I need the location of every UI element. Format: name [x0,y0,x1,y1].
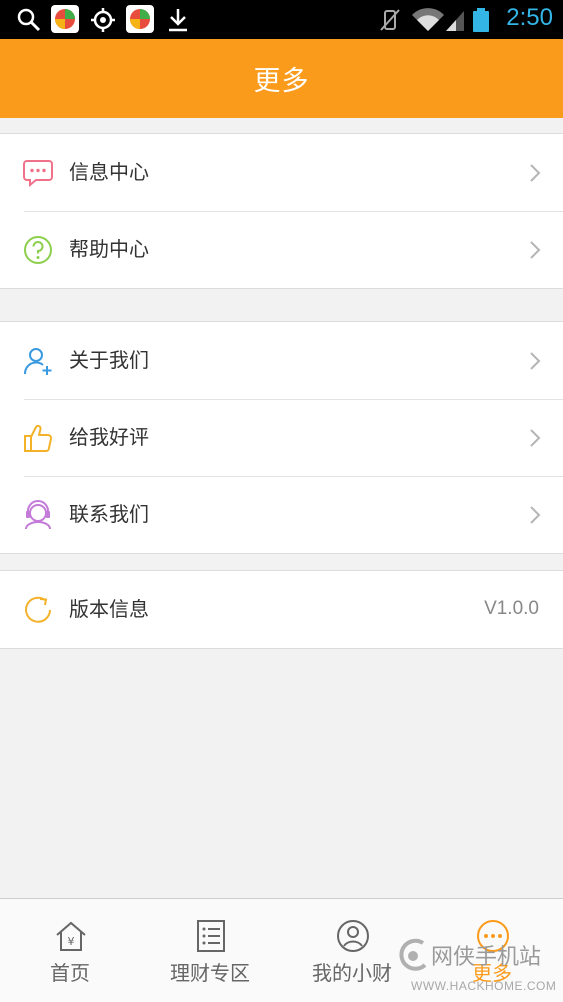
add-user-icon [23,348,52,375]
thumbs-up-icon [24,424,52,452]
watermark-text: 网侠手机站 [431,945,542,970]
download-icon [169,9,187,32]
headset-icon [25,500,51,530]
app-header: 更多 [0,39,563,118]
menu-item-label: 给我好评 [69,425,149,449]
menu-item-rate-us[interactable]: 给我好评 [0,399,563,476]
refresh-icon [25,596,51,623]
svg-text:¥: ¥ [68,935,75,948]
app-store-icon [51,5,79,33]
wifi-icon [412,8,444,31]
menu-item-message-center[interactable]: 信息中心 [0,134,563,211]
tab-home[interactable]: ¥ 首页 [0,899,140,1002]
home-icon: ¥ [56,921,86,951]
help-icon [24,236,52,264]
vibrate-off-icon [380,9,400,31]
chevron-right-icon [530,352,541,370]
menu-item-label: 信息中心 [69,160,149,184]
watermark-url: WWW.HACKHOME.COM [411,979,557,993]
menu-group-about: 关于我们 给我好评 联系我们 [0,321,563,554]
search-icon [17,8,41,32]
menu-group-info: 信息中心 帮助中心 [0,133,563,289]
tab-finance[interactable]: 理财专区 [140,899,280,1002]
message-icon [23,160,53,188]
battery-icon [473,8,489,32]
page-title: 更多 [253,66,310,97]
app-store-icon [126,5,154,33]
chevron-right-icon [530,164,541,182]
tab-label: 理财专区 [170,961,250,985]
signal-icon [446,11,464,31]
status-time: 2:50 [506,4,553,31]
gps-icon [91,8,115,32]
menu-item-label: 关于我们 [69,348,149,372]
menu-item-label: 联系我们 [69,502,149,526]
menu-item-label: 版本信息 [69,597,149,621]
watermark-logo-icon [399,938,427,971]
menu-group-version: 版本信息 V1.0.0 [0,570,563,649]
menu-item-help-center[interactable]: 帮助中心 [0,211,563,288]
watermark: 网侠手机站 WWW.HACKHOME.COM [395,935,560,997]
menu-item-version-info[interactable]: 版本信息 V1.0.0 [0,571,563,648]
version-value: V1.0.0 [484,598,539,619]
status-bar: 2:50 [0,0,563,39]
menu-item-about-us[interactable]: 关于我们 [0,322,563,399]
chevron-right-icon [530,506,541,524]
chevron-right-icon [530,241,541,259]
tab-label: 首页 [50,961,90,985]
chevron-right-icon [530,429,541,447]
user-icon [337,920,369,952]
menu-item-label: 帮助中心 [69,237,149,261]
menu-item-contact-us[interactable]: 联系我们 [0,476,563,553]
list-icon [197,920,225,952]
